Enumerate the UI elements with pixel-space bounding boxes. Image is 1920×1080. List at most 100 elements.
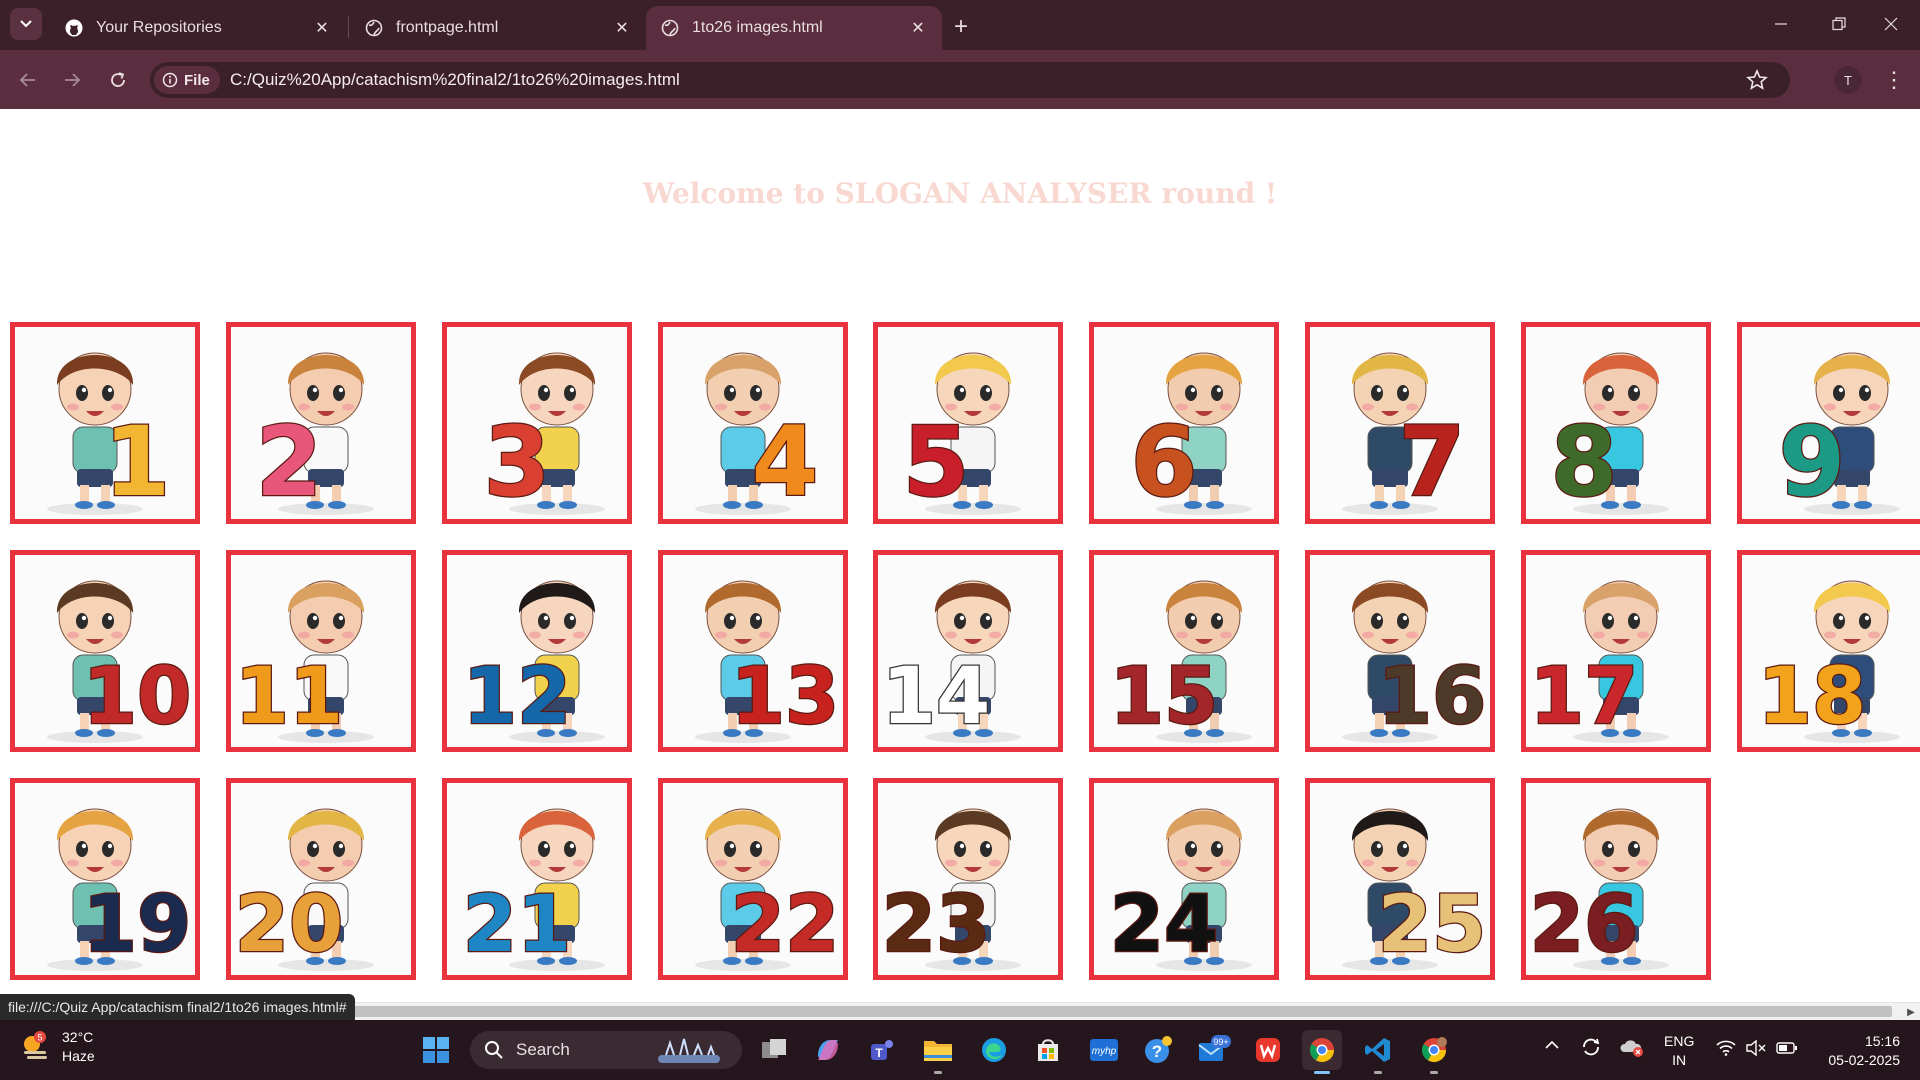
number-card[interactable]: 18 <box>1737 550 1920 752</box>
teams-button[interactable]: T <box>862 1030 902 1070</box>
card-number: 5 <box>903 406 970 518</box>
battery-tray-icon[interactable] <box>1776 1040 1798 1059</box>
number-card[interactable]: 22 <box>658 778 848 980</box>
search-icon <box>485 1041 503 1059</box>
url-text[interactable]: C:/Quiz%20App/catachism%20final2/1to26%2… <box>230 70 680 90</box>
number-card[interactable]: 14 <box>873 550 1063 752</box>
arrow-left-icon <box>19 73 35 87</box>
weather-desc: Haze <box>62 1048 95 1064</box>
number-card[interactable]: 11 <box>226 550 416 752</box>
number-card[interactable]: 13 <box>658 550 848 752</box>
chrome-profile-button[interactable] <box>1414 1030 1454 1074</box>
bookmark-star-icon[interactable] <box>1746 69 1768 91</box>
number-card[interactable]: 4 <box>658 322 848 524</box>
minimize-button[interactable] <box>1752 0 1810 48</box>
number-card[interactable]: 19 <box>10 778 200 980</box>
mail-button[interactable]: 99+ <box>1194 1030 1234 1070</box>
tab-frontpage[interactable]: frontpage.html ✕ <box>350 6 646 50</box>
chrome-icon <box>1309 1038 1334 1063</box>
number-card[interactable]: 12 <box>442 550 632 752</box>
store-button[interactable] <box>1028 1030 1068 1070</box>
number-card[interactable]: 20 <box>226 778 416 980</box>
cartoon-child-illustration: 26 <box>1526 783 1706 975</box>
card-number: 6 <box>1131 406 1198 518</box>
cartoon-child-illustration: 3 <box>447 327 627 519</box>
taskbar-search[interactable]: Search <box>470 1031 742 1069</box>
more-vertical-icon: ⋮ <box>1883 67 1905 92</box>
number-card[interactable]: 3 <box>442 322 632 524</box>
number-card[interactable]: 5 <box>873 322 1063 524</box>
number-card[interactable]: 2 <box>226 322 416 524</box>
file-explorer-button[interactable] <box>918 1030 958 1074</box>
close-icon[interactable]: ✕ <box>312 18 332 38</box>
number-card[interactable]: 16 <box>1305 550 1495 752</box>
tab-label: 1to26 images.html <box>692 19 823 36</box>
number-card[interactable]: 9 <box>1737 322 1920 524</box>
tab-divider <box>348 16 349 38</box>
number-card[interactable]: 7 <box>1305 322 1495 524</box>
globe-icon <box>364 18 384 38</box>
site-info-chip[interactable]: File <box>154 66 220 94</box>
number-card[interactable]: 1 <box>10 322 200 524</box>
new-tab-button[interactable]: + <box>946 12 976 42</box>
close-icon[interactable]: ✕ <box>908 18 928 38</box>
edge-button[interactable] <box>974 1030 1014 1070</box>
card-number: 22 <box>731 880 840 970</box>
close-window-button[interactable] <box>1862 0 1920 48</box>
vscode-button[interactable] <box>1358 1030 1398 1074</box>
menu-button[interactable]: ⋮ <box>1880 64 1908 96</box>
onedrive-tray-icon[interactable] <box>1620 1036 1644 1061</box>
restore-button[interactable] <box>1810 0 1868 48</box>
card-number: 21 <box>463 880 572 970</box>
language-indicator[interactable]: ENG IN <box>1664 1032 1694 1070</box>
cartoon-child-illustration: 18 <box>1742 555 1920 747</box>
card-number: 11 <box>235 652 344 742</box>
page-heading: Welcome to SLOGAN ANALYSER round ! <box>642 177 1278 210</box>
close-icon[interactable]: ✕ <box>612 18 632 38</box>
myhp-icon: myhp <box>1090 1039 1118 1061</box>
number-card[interactable]: 15 <box>1089 550 1279 752</box>
number-card[interactable]: 10 <box>10 550 200 752</box>
weather-widget[interactable]: 5 32°C Haze <box>18 1028 95 1066</box>
show-hidden-icons[interactable] <box>1544 1038 1560 1055</box>
back-button[interactable] <box>12 64 44 96</box>
address-bar[interactable]: File C:/Quiz%20App/catachism%20final2/1t… <box>150 62 1790 98</box>
number-card[interactable]: 24 <box>1089 778 1279 980</box>
wifi-tray-icon[interactable] <box>1716 1040 1736 1059</box>
minimize-icon <box>1775 23 1787 25</box>
clock[interactable]: 15:16 05-02-2025 <box>1818 1032 1900 1070</box>
forward-button[interactable] <box>56 64 88 96</box>
task-view-button[interactable] <box>754 1030 794 1070</box>
cartoon-child-illustration: 5 <box>878 327 1058 519</box>
get-help-button[interactable]: ? <box>1138 1030 1178 1070</box>
chrome-button[interactable] <box>1302 1030 1342 1074</box>
number-card[interactable]: 26 <box>1521 778 1711 980</box>
cartoon-child-illustration: 10 <box>15 555 195 747</box>
wps-button[interactable] <box>1248 1030 1288 1070</box>
card-number: 17 <box>1530 652 1639 742</box>
cartoon-child-illustration: 20 <box>231 783 411 975</box>
sync-tray-icon[interactable] <box>1580 1036 1602 1061</box>
number-card[interactable]: 17 <box>1521 550 1711 752</box>
cartoon-child-illustration: 15 <box>1094 555 1274 747</box>
number-card[interactable]: 6 <box>1089 322 1279 524</box>
start-button[interactable] <box>416 1030 456 1070</box>
card-number: 3 <box>484 406 551 518</box>
number-card[interactable]: 8 <box>1521 322 1711 524</box>
page-content: Welcome to SLOGAN ANALYSER round ! 12345… <box>0 109 1920 1000</box>
myhp-button[interactable]: myhp <box>1084 1030 1124 1070</box>
profile-avatar[interactable]: T <box>1834 66 1862 94</box>
number-card[interactable]: 23 <box>873 778 1063 980</box>
number-card[interactable]: 25 <box>1305 778 1495 980</box>
number-card[interactable]: 21 <box>442 778 632 980</box>
scroll-right-arrow-icon[interactable]: ▶ <box>1904 1005 1918 1019</box>
tab-your-repositories[interactable]: Your Repositories ✕ <box>50 6 346 50</box>
reload-button[interactable] <box>102 64 134 96</box>
tab-1to26-images[interactable]: 1to26 images.html ✕ <box>646 6 942 50</box>
chevron-down-icon <box>20 20 32 28</box>
volume-tray-icon[interactable] <box>1746 1039 1766 1059</box>
tab-search-button[interactable] <box>10 8 42 40</box>
copilot-button[interactable] <box>808 1030 848 1070</box>
info-icon <box>162 72 178 88</box>
cartoon-child-illustration: 9 <box>1742 327 1920 519</box>
